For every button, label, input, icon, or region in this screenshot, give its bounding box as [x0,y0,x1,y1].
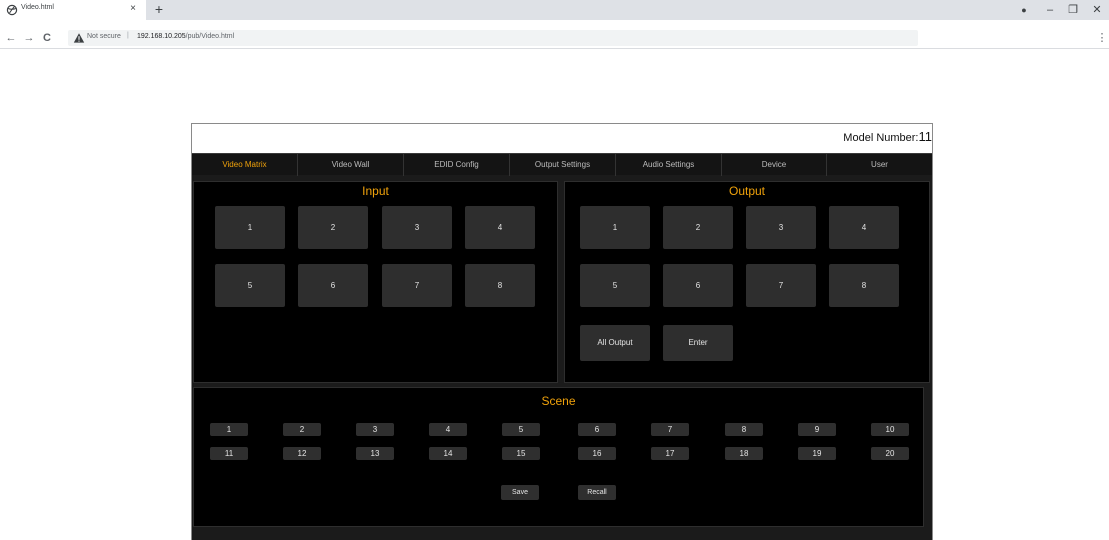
model-number-label: Model Number: [843,132,919,144]
new-tab-icon[interactable]: + [151,1,167,17]
tab-strip: Video.html × + ● – ❐ ✕ [0,0,1109,20]
tab-device[interactable]: Device [722,154,827,176]
account-icon[interactable]: ● [1014,2,1034,18]
scene-button-7[interactable]: 7 [651,423,689,436]
all-output-button[interactable]: All Output [580,325,650,361]
input-title: Input [362,184,389,198]
model-number: Model Number:11 [843,129,932,144]
scene-button-3[interactable]: 3 [356,423,394,436]
scene-button-20[interactable]: 20 [871,447,909,460]
output-button-6[interactable]: 6 [663,264,733,307]
input-button-8[interactable]: 8 [465,264,535,307]
output-button-7[interactable]: 7 [746,264,816,307]
scene-button-17[interactable]: 17 [651,447,689,460]
output-button-5[interactable]: 5 [580,264,650,307]
scene-button-10[interactable]: 10 [871,423,909,436]
output-button-8[interactable]: 8 [829,264,899,307]
scene-panel: Scene 1 2 3 4 5 6 7 8 9 10 11 12 13 14 1… [193,387,924,527]
scene-button-1[interactable]: 1 [210,423,248,436]
scene-button-8[interactable]: 8 [725,423,763,436]
not-secure-label[interactable]: Not secure [87,33,121,40]
url-text[interactable]: 192.168.10.205/pub/Video.html [137,33,234,40]
output-title: Output [728,184,766,198]
tab-audio-settings[interactable]: Audio Settings [616,154,722,176]
scene-save-button[interactable]: Save [501,485,539,500]
forward-icon[interactable]: → [22,31,36,45]
scene-button-19[interactable]: 19 [798,447,836,460]
matrix-app: Model Number:11 Video Matrix Video Wall … [191,123,933,540]
url-separator: | [127,32,129,39]
tab-output-settings[interactable]: Output Settings [510,154,616,176]
input-button-1[interactable]: 1 [215,206,285,249]
scene-button-9[interactable]: 9 [798,423,836,436]
browser-menu-icon[interactable]: ⋮ [1096,31,1108,45]
input-button-5[interactable]: 5 [215,264,285,307]
scene-button-15[interactable]: 15 [502,447,540,460]
scene-button-14[interactable]: 14 [429,447,467,460]
tab-edid-config[interactable]: EDID Config [404,154,510,176]
url-path: /pub/Video.html [185,33,235,40]
input-button-4[interactable]: 4 [465,206,535,249]
reload-icon[interactable]: C [40,31,54,45]
scene-button-13[interactable]: 13 [356,447,394,460]
scene-title: Scene [541,394,576,408]
warning-icon [73,33,85,43]
scene-button-11[interactable]: 11 [210,447,248,460]
input-button-2[interactable]: 2 [298,206,368,249]
output-button-2[interactable]: 2 [663,206,733,249]
close-window-icon[interactable]: ✕ [1087,2,1107,18]
model-number-value: 11 [918,129,933,144]
output-button-1[interactable]: 1 [580,206,650,249]
tab-video-wall[interactable]: Video Wall [298,154,404,176]
url-host: 192.168.10.205 [137,33,186,40]
scene-recall-button[interactable]: Recall [578,485,616,500]
input-panel: Input 1 2 3 4 5 6 7 8 [193,181,558,383]
app-header: Model Number:11 [192,124,932,153]
restore-icon[interactable]: ❐ [1063,2,1083,18]
browser-tab[interactable]: Video.html × [0,0,146,20]
tab-title: Video.html [21,4,54,11]
tab-video-matrix[interactable]: Video Matrix [192,154,298,176]
scene-button-2[interactable]: 2 [283,423,321,436]
output-button-3[interactable]: 3 [746,206,816,249]
enter-button[interactable]: Enter [663,325,733,361]
tab-close-icon[interactable]: × [126,2,140,16]
tab-user[interactable]: User [827,154,932,176]
minimize-icon[interactable]: – [1040,2,1060,18]
input-button-3[interactable]: 3 [382,206,452,249]
scene-button-5[interactable]: 5 [502,423,540,436]
back-icon[interactable]: ← [4,31,18,45]
scene-button-16[interactable]: 16 [578,447,616,460]
scene-button-12[interactable]: 12 [283,447,321,460]
globe-icon [6,4,18,16]
main-nav: Video Matrix Video Wall EDID Config Outp… [192,153,932,176]
output-panel: Output 1 2 3 4 5 6 7 8 All Output Enter [564,181,930,383]
scene-button-4[interactable]: 4 [429,423,467,436]
input-button-6[interactable]: 6 [298,264,368,307]
scene-button-6[interactable]: 6 [578,423,616,436]
scene-button-18[interactable]: 18 [725,447,763,460]
output-button-4[interactable]: 4 [829,206,899,249]
input-button-7[interactable]: 7 [382,264,452,307]
